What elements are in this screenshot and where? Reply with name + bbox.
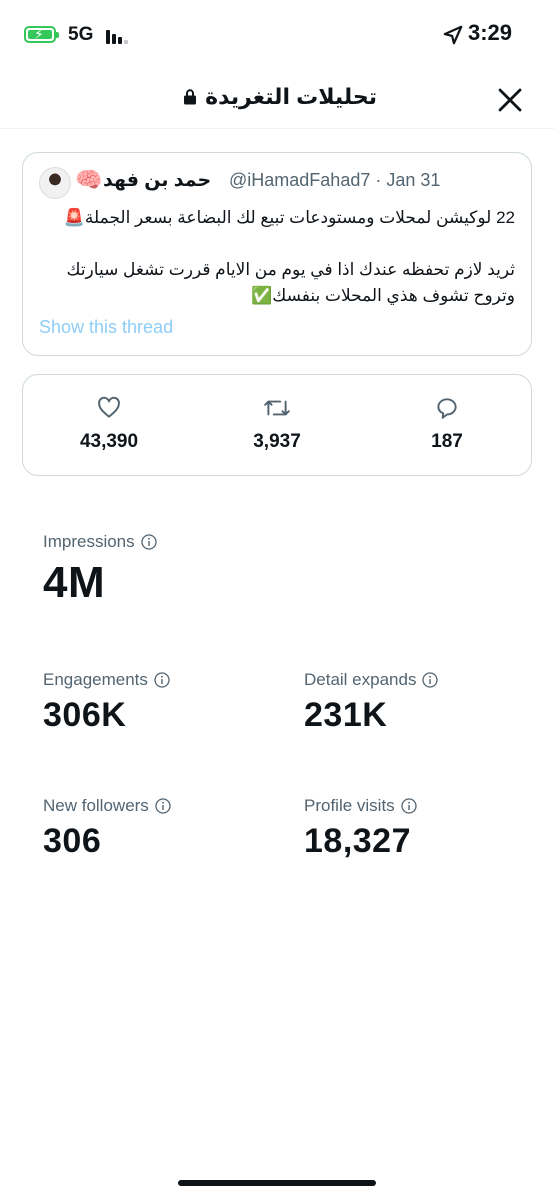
reply-icon <box>437 398 457 419</box>
engagements-label: Engagements <box>43 670 148 689</box>
new-followers-stat: New followers 306 <box>43 796 171 861</box>
info-icon[interactable] <box>140 534 157 550</box>
new-followers-label: New followers <box>43 796 149 815</box>
lock-icon <box>184 89 197 105</box>
impressions-label: Impressions <box>43 532 135 551</box>
signal-icon <box>106 28 128 44</box>
detail-expands-value: 231K <box>304 696 388 734</box>
home-indicator[interactable] <box>178 1180 376 1186</box>
new-followers-value: 306 <box>43 822 102 860</box>
info-icon[interactable] <box>422 672 439 688</box>
likes-count: 43,390 <box>79 431 139 452</box>
header: تحليلات التغريدة <box>0 70 554 129</box>
detail-expands-label: Detail expands <box>304 670 417 689</box>
info-icon[interactable] <box>155 798 171 814</box>
replies-metric[interactable]: 187 <box>387 395 507 453</box>
avatar[interactable] <box>39 167 71 199</box>
show-thread-link[interactable]: Show this thread <box>39 317 173 338</box>
brain-emoji: 🧠 <box>75 167 103 192</box>
replies-count: 187 <box>431 431 463 452</box>
battery-icon: ⚡ <box>24 26 59 43</box>
engagement-card: 43,390 3,937 187 <box>22 374 532 476</box>
retweet-icon <box>264 400 290 416</box>
impressions-stat: Impressions 4M <box>43 532 157 608</box>
retweets-metric[interactable]: 3,937 <box>217 395 337 453</box>
tweet-handle-date: @iHamadFahad7 · Jan 31 <box>229 170 441 190</box>
info-icon[interactable] <box>401 798 417 814</box>
page-title: تحليلات التغريدة <box>0 84 554 110</box>
likes-metric[interactable]: 43,390 <box>49 395 169 453</box>
profile-visits-label: Profile visits <box>304 796 395 815</box>
engagements-value: 306K <box>43 696 127 734</box>
engagements-stat: Engagements 306K <box>43 670 170 735</box>
page-title-text: تحليلات التغريدة <box>205 84 377 109</box>
tweet-card[interactable]: 🧠 حمد بن فهد @iHamadFahad7 · Jan 31 22 ل… <box>22 152 532 356</box>
close-button[interactable] <box>494 84 526 116</box>
info-icon[interactable] <box>154 672 170 688</box>
clock: 3:29 <box>468 20 513 45</box>
profile-visits-value: 18,327 <box>304 822 411 860</box>
profile-visits-stat: Profile visits 18,327 <box>304 796 417 861</box>
tweet-text: 22 لوكيشن لمحلات ومستودعات تبيع لك البضا… <box>63 208 515 305</box>
heart-icon <box>98 396 120 418</box>
location-arrow-icon <box>443 25 463 45</box>
tweet-author-name[interactable]: حمد بن فهد <box>103 169 211 192</box>
detail-expands-stat: Detail expands 231K <box>304 670 439 735</box>
network-type: 5G <box>68 24 94 45</box>
status-bar: ⚡ 5G 3:29 <box>0 0 554 70</box>
impressions-value: 4M <box>43 558 106 607</box>
retweets-count: 3,937 <box>253 431 301 452</box>
